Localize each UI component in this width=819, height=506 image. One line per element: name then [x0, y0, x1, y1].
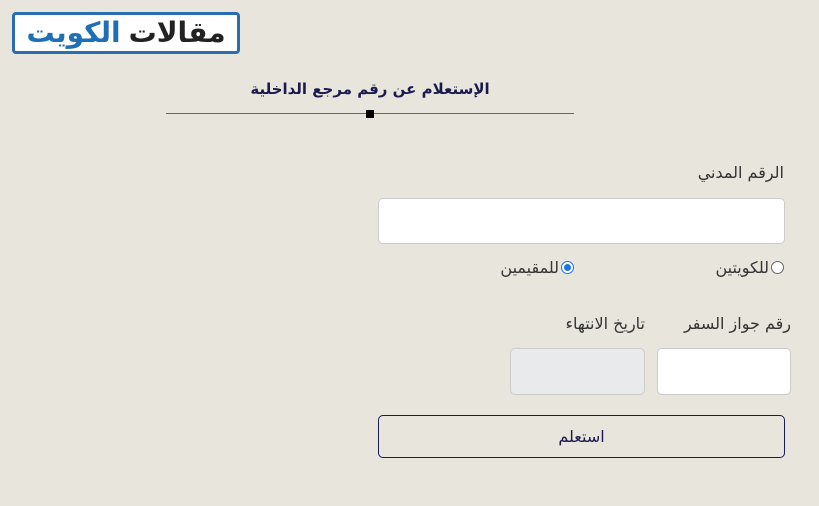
logo-word-articles: مقالات — [128, 16, 226, 49]
expiry-date-input[interactable] — [510, 348, 645, 395]
radio-resident-label[interactable]: للمقيمين — [500, 258, 559, 277]
radio-kuwaiti-label[interactable]: للكويتين — [715, 258, 769, 277]
expiry-date-label: تاريخ الانتهاء — [565, 314, 645, 333]
site-logo[interactable]: مقالات الكويت — [12, 12, 240, 54]
passport-number-label: رقم جواز السفر — [683, 314, 791, 333]
civil-id-label: الرقم المدني — [697, 163, 784, 182]
logo-word-kuwait: الكويت — [26, 16, 121, 49]
radio-kuwaiti-button[interactable] — [771, 261, 784, 274]
submit-inquiry-button[interactable]: استعلم — [378, 415, 785, 458]
civil-id-input[interactable] — [378, 198, 785, 244]
radio-option-resident[interactable]: للمقيمين — [500, 258, 574, 277]
radio-option-kuwaiti[interactable]: للكويتين — [715, 258, 784, 277]
passport-number-input[interactable] — [657, 348, 791, 395]
radio-resident-button[interactable] — [561, 261, 574, 274]
title-divider-marker — [366, 110, 374, 118]
page-title: الإستعلام عن رقم مرجع الداخلية — [250, 80, 490, 98]
